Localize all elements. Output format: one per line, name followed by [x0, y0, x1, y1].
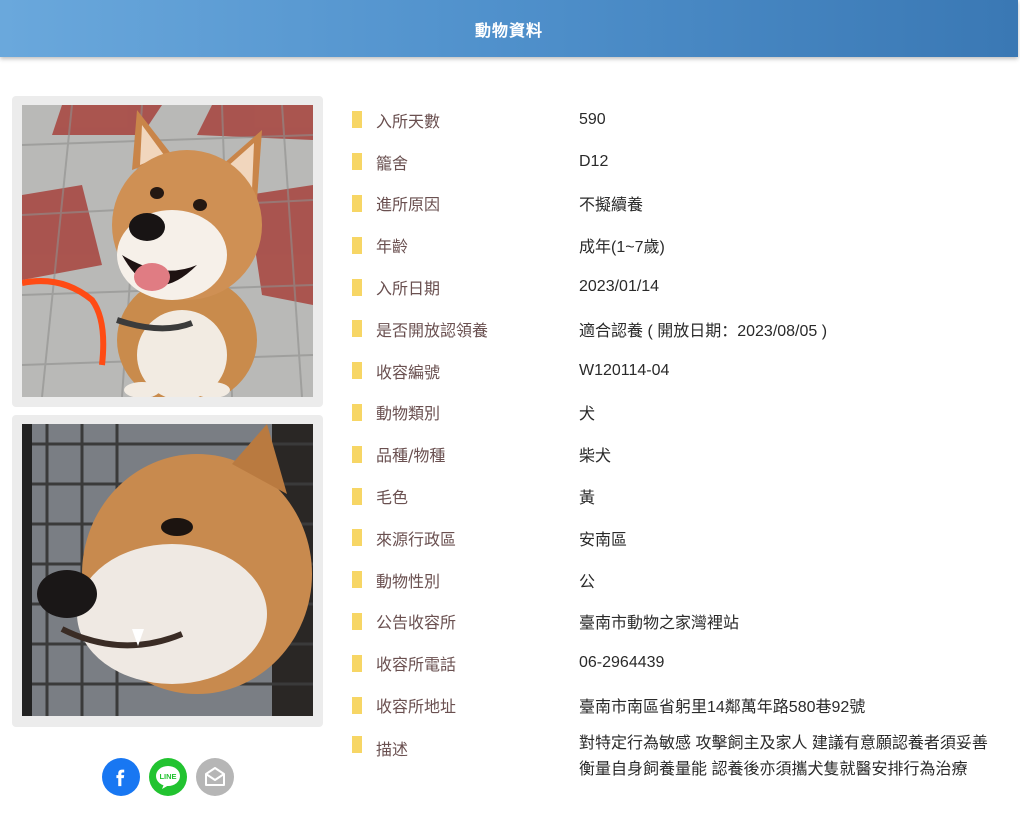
detail-label: 公告收容所 [376, 613, 457, 633]
detail-row-shelter: 公告收容所 臺南市動物之家灣裡站 [352, 601, 1012, 643]
detail-label: 收容所電話 [376, 655, 457, 675]
detail-row-district: 來源行政區 安南區 [352, 517, 1012, 559]
animal-detail-list: 入所天數 590 籠舍 D12 進所原因 不擬續養 年齡 成年(1~7歲) 入所… [352, 99, 1012, 783]
detail-label: 品種/物種 [376, 446, 446, 466]
detail-label: 收容所地址 [376, 697, 457, 717]
detail-value[interactable]: 06-2964439 [579, 654, 664, 672]
animal-photo-2[interactable] [22, 424, 313, 716]
detail-row-age: 年齡 成年(1~7歲) [352, 224, 1012, 266]
detail-label: 籠舍 [376, 153, 409, 173]
detail-row-shelter-id: 收容編號 W120114-04 [352, 350, 1012, 392]
detail-value: 公 [579, 573, 596, 591]
detail-label: 動物類別 [376, 404, 441, 424]
detail-value: 柴犬 [579, 448, 612, 466]
detail-row-intake-date: 入所日期 2023/01/14 [352, 266, 1012, 308]
share-bar: LINE [102, 758, 234, 796]
detail-label: 進所原因 [376, 195, 441, 215]
row-marker [352, 654, 362, 672]
mail-icon [205, 767, 225, 786]
detail-value: 臺南市動物之家灣裡站 [579, 615, 740, 633]
detail-label: 描述 [376, 739, 409, 759]
detail-label: 年齡 [376, 237, 409, 257]
row-marker [352, 571, 362, 589]
detail-value: 臺南市南區省躬里14鄰萬年路580巷92號 [579, 699, 866, 717]
detail-row-adoption-open: 是否開放認領養 適合認養 ( 開放日期：2023/08/05 ) [352, 308, 1012, 350]
line-icon: LINE [156, 766, 180, 789]
row-marker [352, 612, 362, 630]
row-marker [352, 111, 362, 129]
detail-label: 入所天數 [376, 111, 441, 131]
detail-label: 毛色 [376, 488, 409, 508]
detail-label: 是否開放認領養 [376, 320, 489, 340]
detail-row-days: 入所天數 590 [352, 99, 1012, 141]
detail-row-reason: 進所原因 不擬續養 [352, 183, 1012, 225]
row-marker [352, 362, 362, 380]
page-header: 動物資料 [0, 0, 1018, 57]
animal-photo-2-frame [12, 415, 323, 727]
detail-row-kennel: 籠舍 D12 [352, 141, 1012, 183]
detail-value: 犬 [579, 406, 596, 424]
detail-value: W120114-04 [579, 361, 670, 379]
page-title: 動物資料 [474, 20, 543, 40]
detail-row-address: 收容所地址 臺南市南區省躬里14鄰萬年路580巷92號 [352, 684, 1012, 726]
row-marker [352, 529, 362, 547]
facebook-share-button[interactable] [102, 758, 140, 796]
detail-label: 來源行政區 [376, 529, 457, 549]
row-marker [352, 278, 362, 296]
row-marker [352, 153, 362, 171]
detail-row-animal-type: 動物類別 犬 [352, 392, 1012, 434]
line-share-button[interactable]: LINE [149, 758, 187, 796]
row-marker [352, 236, 362, 254]
row-marker [352, 696, 362, 714]
detail-label: 收容編號 [376, 362, 441, 382]
detail-label: 動物性別 [376, 571, 441, 591]
detail-value: 安南區 [579, 531, 628, 549]
detail-row-description: 描述 對特定行為敏感 攻擊飼主及家人 建議有意願認養者須妥善衡量自身飼養量能 認… [352, 726, 1012, 783]
row-marker [352, 320, 362, 338]
detail-value: 對特定行為敏感 攻擊飼主及家人 建議有意願認養者須妥善衡量自身飼養量能 認養後亦… [579, 734, 988, 778]
detail-row-phone: 收容所電話 06-2964439 [352, 642, 1012, 684]
row-marker [352, 445, 362, 463]
detail-value: 黃 [579, 490, 596, 508]
detail-row-color: 毛色 黃 [352, 475, 1012, 517]
facebook-icon [116, 769, 125, 787]
row-marker [352, 487, 362, 505]
animal-photo-1[interactable] [22, 105, 313, 397]
detail-row-sex: 動物性別 公 [352, 559, 1012, 601]
row-marker [352, 735, 362, 753]
detail-value: 不擬續養 [579, 197, 644, 215]
detail-value: 適合認養 ( 開放日期：2023/08/05 ) [579, 322, 828, 340]
mail-share-button[interactable] [196, 758, 234, 796]
animal-photo-1-frame [12, 96, 323, 407]
row-marker [352, 194, 362, 212]
detail-value: 590 [579, 110, 606, 128]
detail-value: D12 [579, 152, 609, 170]
detail-value: 成年(1~7歲) [579, 239, 665, 257]
detail-label: 入所日期 [376, 279, 441, 299]
line-icon-text: LINE [159, 772, 176, 781]
row-marker [352, 403, 362, 421]
detail-row-breed: 品種/物種 柴犬 [352, 433, 1012, 475]
detail-value: 2023/01/14 [579, 278, 660, 296]
